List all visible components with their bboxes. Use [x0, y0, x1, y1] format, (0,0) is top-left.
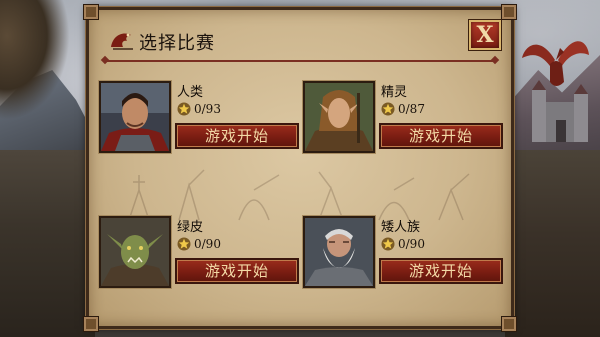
- close-button[interactable]: X: [469, 20, 501, 50]
- dialog-title: 选择比赛: [139, 33, 215, 54]
- dragon-emblem-icon: [111, 33, 133, 50]
- ground-right: [505, 150, 600, 337]
- race-select-dialog: 选择比赛 X 人类 0/93 游戏开始 精灵 0/87 游戏开始 绿皮 0/90…: [83, 4, 517, 332]
- dragon-icon: [522, 41, 589, 86]
- race-card-greenskin: 绿皮 0/90 游戏开始: [99, 216, 299, 290]
- tree-left: [0, 0, 70, 120]
- elf-portrait[interactable]: [303, 81, 375, 153]
- elf-portrait-image: [305, 83, 373, 151]
- corner-ornament: [83, 4, 99, 20]
- star-icon: [177, 237, 191, 251]
- corner-ornament: [83, 316, 99, 332]
- start-game-button[interactable]: 游戏开始: [379, 123, 503, 149]
- dwarf-portrait-image: [305, 218, 373, 286]
- race-name: 精灵: [381, 85, 408, 100]
- corner-ornament: [501, 316, 517, 332]
- dwarf-portrait[interactable]: [303, 216, 375, 288]
- race-name: 绿皮: [177, 220, 204, 235]
- close-icon: X: [476, 22, 494, 48]
- progress-count: 0/93: [194, 102, 221, 116]
- star-icon: [381, 237, 395, 251]
- human-portrait-image: [101, 83, 169, 151]
- progress-row: 0/87: [381, 101, 425, 117]
- greenskin-portrait-image: [101, 218, 169, 286]
- progress-row: 0/90: [177, 236, 221, 252]
- start-game-button[interactable]: 游戏开始: [175, 258, 299, 284]
- star-icon: [177, 102, 191, 116]
- corner-ornament: [501, 4, 517, 20]
- progress-count: 0/90: [398, 237, 425, 251]
- start-game-button[interactable]: 游戏开始: [175, 123, 299, 149]
- progress-count: 0/90: [194, 237, 221, 251]
- race-name: 矮人族: [381, 220, 421, 235]
- greenskin-portrait[interactable]: [99, 216, 171, 288]
- star-icon: [381, 102, 395, 116]
- start-game-button[interactable]: 游戏开始: [379, 258, 503, 284]
- progress-row: 0/93: [177, 101, 221, 117]
- race-card-dwarf: 矮人族 0/90 游戏开始: [303, 216, 503, 290]
- race-card-human: 人类 0/93 游戏开始: [99, 81, 299, 155]
- race-name: 人类: [177, 85, 204, 100]
- human-portrait[interactable]: [99, 81, 171, 153]
- ground-left: [0, 150, 95, 337]
- race-card-elf: 精灵 0/87 游戏开始: [303, 81, 503, 155]
- progress-row: 0/90: [381, 236, 425, 252]
- progress-count: 0/87: [398, 102, 425, 116]
- title-divider: [105, 60, 495, 62]
